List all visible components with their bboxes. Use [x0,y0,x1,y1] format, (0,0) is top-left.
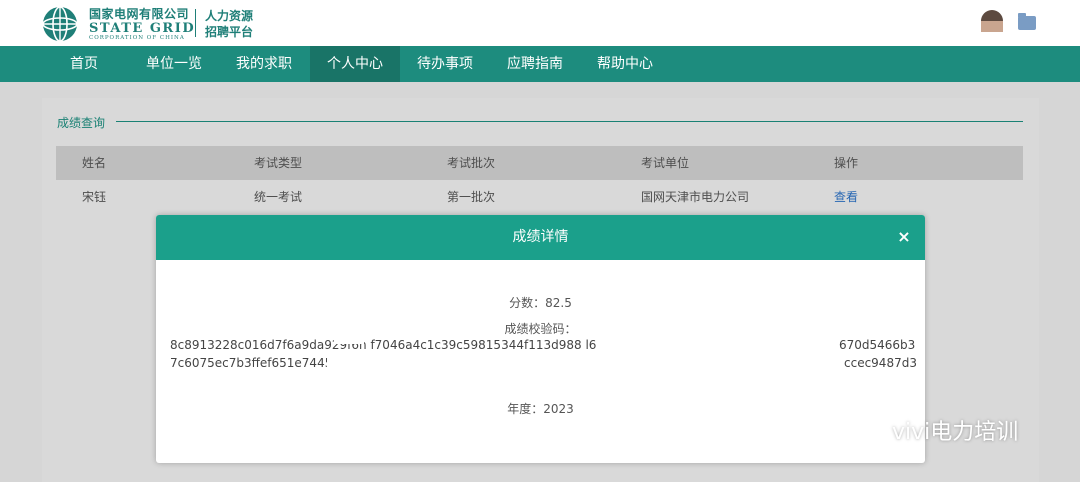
wechat-icon [849,424,885,446]
nav-item-units[interactable]: 单位一览 [134,46,214,82]
nav-item-personal-center[interactable]: 个人中心 [310,46,400,82]
code-line-1-mid: 6h f7046a4c1c39c59815344f113d988 l6 [351,338,597,352]
main-nav: 首页 单位一览 我的求职 个人中心 待办事项 应聘指南 帮助中心 [0,46,1080,82]
nav-item-todo[interactable]: 待办事项 [405,46,485,82]
year-text: 年度：2023 [507,402,574,416]
code-label: 成绩校验码： [504,322,577,336]
platform-name: 人力资源 招聘平台 [205,8,253,40]
brand-sub: CORPORATION OF CHINA [89,35,185,41]
nav-item-guide[interactable]: 应聘指南 [495,46,575,82]
state-grid-logo[interactable] [40,5,80,43]
redaction-mask [334,333,364,344]
code-line-1: 8c8913228c016d7f6a9da929f6h f7046a4c1c39… [170,338,596,352]
code-line-1-start: 8c8913228c016d7f6a9da929f [170,338,352,352]
redaction-mask [327,353,842,393]
folder-icon[interactable] [1018,13,1036,30]
modal-title: 成绩详情 [512,229,569,245]
platform-line2: 招聘平台 [205,25,254,39]
brand-cn: 国家电网有限公司 [89,7,190,21]
brand-divider [195,9,196,37]
nav-item-home[interactable]: 首页 [55,46,113,82]
score-detail-modal: 成绩详情 × 分数：82.5 成绩校验码： 8c8913228c016d7f6a… [156,215,925,463]
nav-item-help[interactable]: 帮助中心 [585,46,665,82]
code-line-2-end: ccec9487d3 [844,356,917,370]
code-line-2-start: 7c6075ec7b3ffef651e7445 [170,356,333,370]
code-line-1-end: 670d5466b3 [839,338,916,352]
site-header: 国家电网有限公司 STATE GRID CORPORATION OF CHINA… [0,0,1080,46]
modal-header: 成绩详情 × [156,215,925,260]
score-text: 分数：82.5 [509,296,572,310]
platform-line1: 人力资源 [205,9,254,23]
nav-item-my-applications[interactable]: 我的求职 [224,46,304,82]
redaction-mask [626,336,836,352]
user-avatar[interactable] [981,10,1003,32]
close-icon[interactable]: × [895,227,913,247]
brand-en: STATE GRID [89,21,196,36]
brand: 国家电网有限公司 STATE GRID CORPORATION OF CHINA [89,7,195,42]
watermark-text: vivi电力培训 [892,420,1019,445]
